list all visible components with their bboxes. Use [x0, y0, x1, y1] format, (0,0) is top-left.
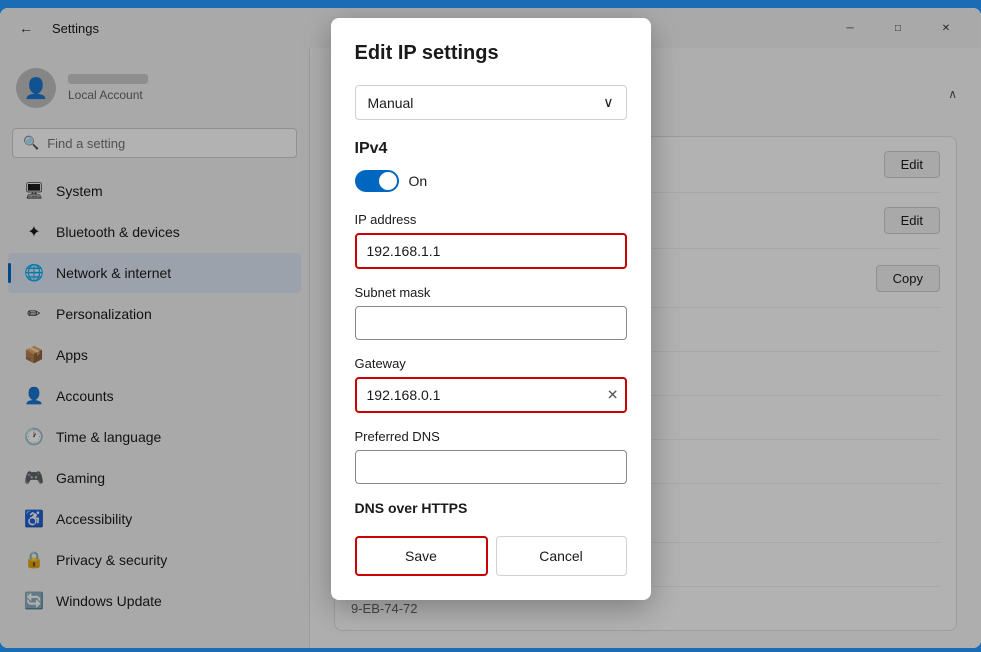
edit-ip-modal: Edit IP settings Manual ∨ IPv4 On IP add… — [331, 18, 651, 600]
toggle-label: On — [409, 173, 428, 189]
save-button[interactable]: Save — [355, 536, 488, 576]
toggle-knob — [379, 172, 397, 190]
ip-address-field-group: IP address — [355, 212, 627, 269]
preferred-dns-input[interactable] — [355, 450, 627, 484]
ip-mode-dropdown[interactable]: Manual ∨ — [355, 85, 627, 120]
subnet-mask-label: Subnet mask — [355, 285, 627, 300]
gateway-field-group: Gateway ✕ — [355, 356, 627, 413]
modal-title: Edit IP settings — [355, 42, 627, 65]
preferred-dns-field-group: Preferred DNS — [355, 429, 627, 484]
ipv4-toggle-row: On — [355, 170, 627, 192]
dropdown-value: Manual — [368, 95, 414, 111]
dns-https-label: DNS over HTTPS — [355, 500, 627, 516]
ipv4-toggle[interactable] — [355, 170, 399, 192]
cancel-button[interactable]: Cancel — [496, 536, 627, 576]
settings-window: ← Settings ─ □ ✕ 👤 Local Account 🔍 — [0, 8, 981, 648]
gateway-input[interactable] — [355, 377, 627, 413]
gateway-clear-button[interactable]: ✕ — [607, 387, 619, 404]
ip-address-label: IP address — [355, 212, 627, 227]
subnet-mask-field-group: Subnet mask — [355, 285, 627, 340]
gateway-label: Gateway — [355, 356, 627, 371]
preferred-dns-label: Preferred DNS — [355, 429, 627, 444]
chevron-down-icon: ∨ — [603, 94, 613, 111]
modal-overlay: Edit IP settings Manual ∨ IPv4 On IP add… — [0, 8, 981, 648]
subnet-mask-input[interactable] — [355, 306, 627, 340]
gateway-input-wrapper: ✕ — [355, 377, 627, 413]
ip-address-input[interactable] — [355, 233, 627, 269]
modal-footer: Save Cancel — [355, 536, 627, 576]
ipv4-heading: IPv4 — [355, 140, 627, 158]
